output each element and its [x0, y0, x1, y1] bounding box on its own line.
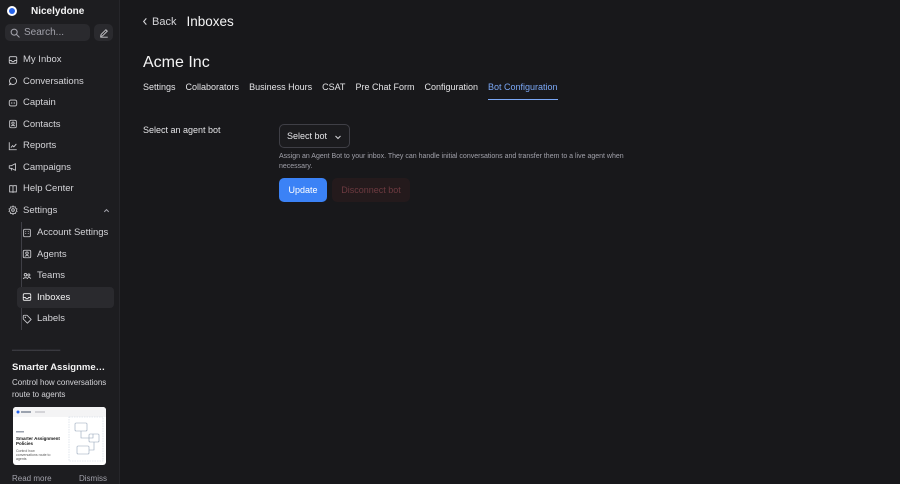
- nav-item-help-center[interactable]: Help Center: [0, 178, 120, 200]
- sidebar-item-label: Inboxes: [37, 291, 71, 303]
- chevron-left-icon: [142, 17, 147, 26]
- nav-item-label: Campaigns: [23, 161, 72, 173]
- promo-actions: Read more Dismiss: [12, 474, 107, 483]
- agent-bot-help-text: Assign an Agent Bot to your inbox. They …: [279, 153, 624, 170]
- sidebar-item-label: Account Settings: [37, 227, 109, 239]
- agent-bot-select-value: Select bot: [287, 131, 328, 141]
- sidebar-item-label: Teams: [37, 270, 65, 282]
- tab-csat[interactable]: CSAT: [322, 82, 345, 100]
- contacts-icon: [9, 120, 17, 129]
- main-nav: My Inbox Conversations Captain Contacts …: [0, 49, 120, 221]
- tab-business-hours[interactable]: Business Hours: [249, 82, 312, 100]
- promo-preview-image[interactable]: Smarter Assignment Policies Control how …: [13, 407, 106, 465]
- search-icon: [10, 28, 20, 38]
- agent-bot-select[interactable]: Select bot: [279, 124, 350, 148]
- nav-item-reports[interactable]: Reports: [0, 135, 120, 157]
- promo-card-description: Control how conversations route to agent…: [16, 449, 51, 461]
- tab-settings[interactable]: Settings: [143, 82, 176, 100]
- nav-item-campaigns[interactable]: Campaigns: [0, 157, 120, 179]
- search-input[interactable]: [24, 27, 84, 38]
- chevron-up-icon[interactable]: [102, 206, 111, 215]
- nav-item-label: Contacts: [23, 118, 61, 130]
- tab-bot-configuration[interactable]: Bot Configuration: [488, 82, 558, 100]
- page-title: Inboxes: [186, 14, 234, 29]
- tag-icon: [22, 314, 32, 324]
- inbox-tray-icon: [22, 293, 32, 301]
- disconnect-bot-button[interactable]: Disconnect bot: [332, 178, 410, 202]
- nav-item-label: Conversations: [23, 75, 84, 87]
- chart-icon: [8, 142, 17, 150]
- sidebar-item-label: Agents: [37, 248, 67, 260]
- topbar: Back Inboxes: [141, 14, 234, 29]
- inbox-name: Acme Inc: [143, 54, 210, 71]
- nav-item-settings[interactable]: Settings: [0, 200, 120, 222]
- nav-item-label: My Inbox: [23, 54, 62, 66]
- update-button[interactable]: Update: [279, 178, 327, 202]
- sidebar-item-label: Labels: [37, 313, 65, 325]
- captain-icon: [8, 99, 18, 107]
- nav-item-my-inbox[interactable]: My Inbox: [0, 49, 120, 71]
- chat-icon: [8, 77, 17, 86]
- sidebar: Nicelydone My Inbox Conversations Captai…: [0, 0, 120, 484]
- brand[interactable]: Nicelydone: [7, 4, 84, 18]
- back-button[interactable]: Back: [141, 16, 176, 28]
- tab-collaborators[interactable]: Collaborators: [186, 82, 240, 100]
- brand-logo-icon: [7, 6, 17, 16]
- back-label: Back: [152, 15, 177, 28]
- book-icon: [9, 185, 17, 193]
- main-content: Back Inboxes Acme Inc Settings Collabora…: [121, 0, 900, 484]
- sidebar-item-teams[interactable]: Teams: [17, 265, 114, 287]
- tab-configuration[interactable]: Configuration: [424, 82, 478, 100]
- sidebar-item-agents[interactable]: Agents: [17, 244, 114, 266]
- read-more-link[interactable]: Read more: [12, 474, 52, 483]
- nav-item-label: Settings: [23, 204, 58, 216]
- promo-card-title: Smarter Assignment Policies: [16, 436, 60, 446]
- megaphone-icon: [8, 163, 16, 171]
- chevron-down-icon: [335, 135, 341, 140]
- gear-icon: [8, 205, 18, 216]
- agent-icon: [22, 250, 32, 259]
- tab-pre-chat-form[interactable]: Pre Chat Form: [355, 82, 414, 100]
- nav-item-captain[interactable]: Captain: [0, 92, 120, 114]
- building-icon: [23, 228, 31, 237]
- nav-item-contacts[interactable]: Contacts: [0, 114, 120, 136]
- edit-icon: [99, 28, 108, 38]
- promo-description: Control how conversations route to agent…: [12, 378, 107, 399]
- settings-tabs: Settings Collaborators Business Hours CS…: [143, 82, 558, 100]
- sidebar-item-account-settings[interactable]: Account Settings: [17, 222, 114, 244]
- nav-item-conversations[interactable]: Conversations: [0, 71, 120, 93]
- settings-subnav: Account Settings Agents Teams Inboxes La…: [17, 222, 114, 330]
- nav-item-label: Help Center: [23, 183, 74, 195]
- sidebar-item-inboxes[interactable]: Inboxes: [17, 286, 114, 308]
- sidebar-item-labels[interactable]: Labels: [17, 308, 114, 330]
- search-box[interactable]: [5, 24, 90, 41]
- promo-title: Smarter Assignment Policies: [12, 362, 108, 373]
- promo-fade-decoration: ━━━━━━━━━━: [12, 346, 61, 355]
- inbox-icon: [8, 56, 18, 64]
- teams-icon: [22, 272, 32, 279]
- compose-button[interactable]: [94, 24, 113, 41]
- agent-bot-field-label: Select an agent bot: [143, 125, 221, 135]
- nav-item-label: Reports: [23, 140, 57, 152]
- dismiss-link[interactable]: Dismiss: [79, 474, 107, 483]
- nav-item-label: Captain: [23, 97, 56, 109]
- brand-name: Nicelydone: [31, 5, 85, 17]
